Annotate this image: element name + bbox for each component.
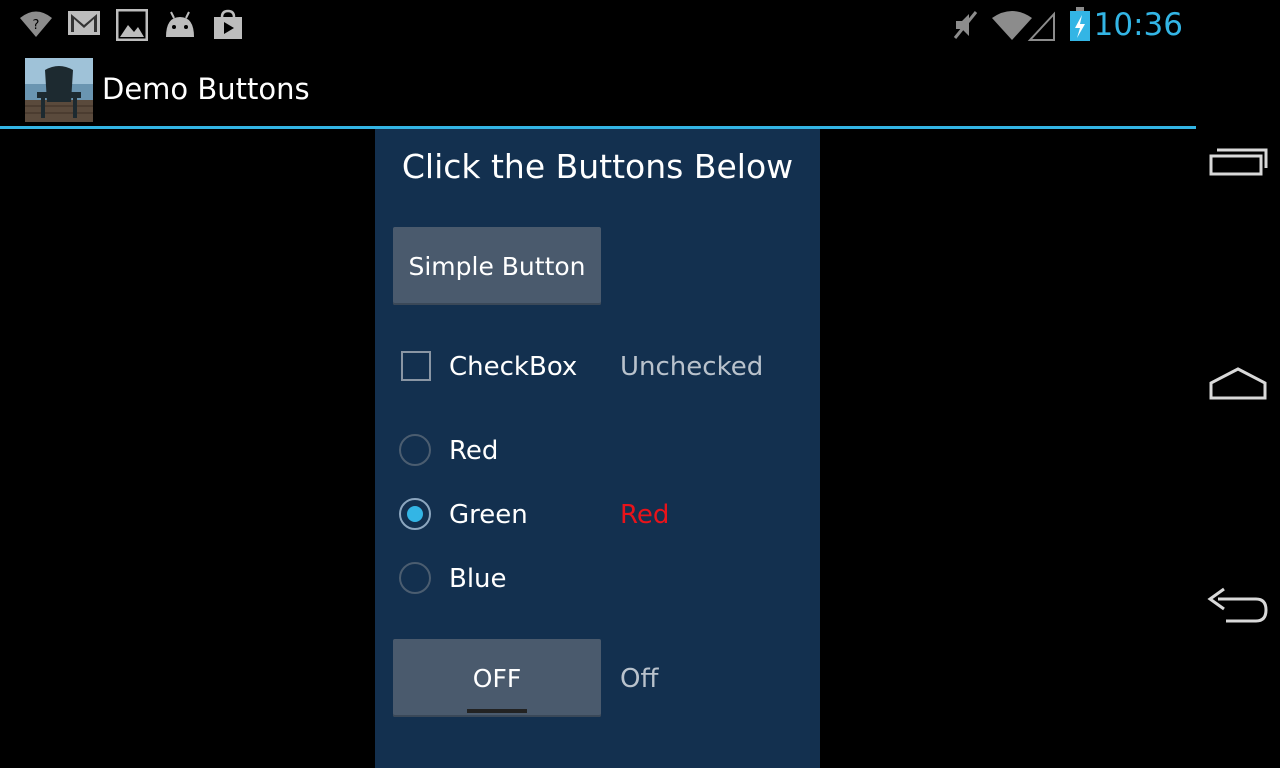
app-icon[interactable] [25,58,93,122]
app-title: Demo Buttons [102,72,310,106]
toggle-status: Off [620,664,659,694]
navigation-bar [1196,0,1280,768]
mute-icon [952,9,980,45]
checkbox-status: Unchecked [620,352,764,382]
clock: 10:36 [1093,7,1183,43]
radio-blue-label[interactable]: Blue [449,564,507,594]
radio-selected-dot [407,506,423,522]
action-bar: Demo Buttons [0,50,1196,129]
wifi-question-icon: ? [18,9,54,43]
signal-icon [990,8,1058,46]
android-icon [162,9,198,43]
gallery-icon [115,8,149,45]
status-bar: ? 10:36 [0,0,1196,50]
checkbox-label[interactable]: CheckBox [449,352,577,382]
home-icon[interactable] [1206,358,1270,408]
checkbox[interactable] [401,351,431,381]
simple-button[interactable]: Simple Button [393,227,601,305]
radio-blue[interactable] [399,562,431,594]
content-panel: Click the Buttons Below Simple Button Ch… [375,129,820,768]
svg-text:?: ? [33,18,40,33]
recent-apps-icon[interactable] [1206,136,1270,186]
radio-status: Red [620,500,670,530]
radio-red[interactable] [399,434,431,466]
radio-green[interactable] [399,498,431,530]
battery-charging-icon [1068,7,1092,47]
toggle-button[interactable]: OFF [393,639,601,717]
radio-green-label[interactable]: Green [449,500,528,530]
toggle-button-label: OFF [472,663,522,693]
radio-red-label[interactable]: Red [449,436,498,466]
gmail-icon [67,9,101,41]
play-store-icon [212,9,244,45]
back-icon[interactable] [1206,582,1270,632]
toggle-indicator [467,709,527,713]
page-heading: Click the Buttons Below [401,147,794,186]
